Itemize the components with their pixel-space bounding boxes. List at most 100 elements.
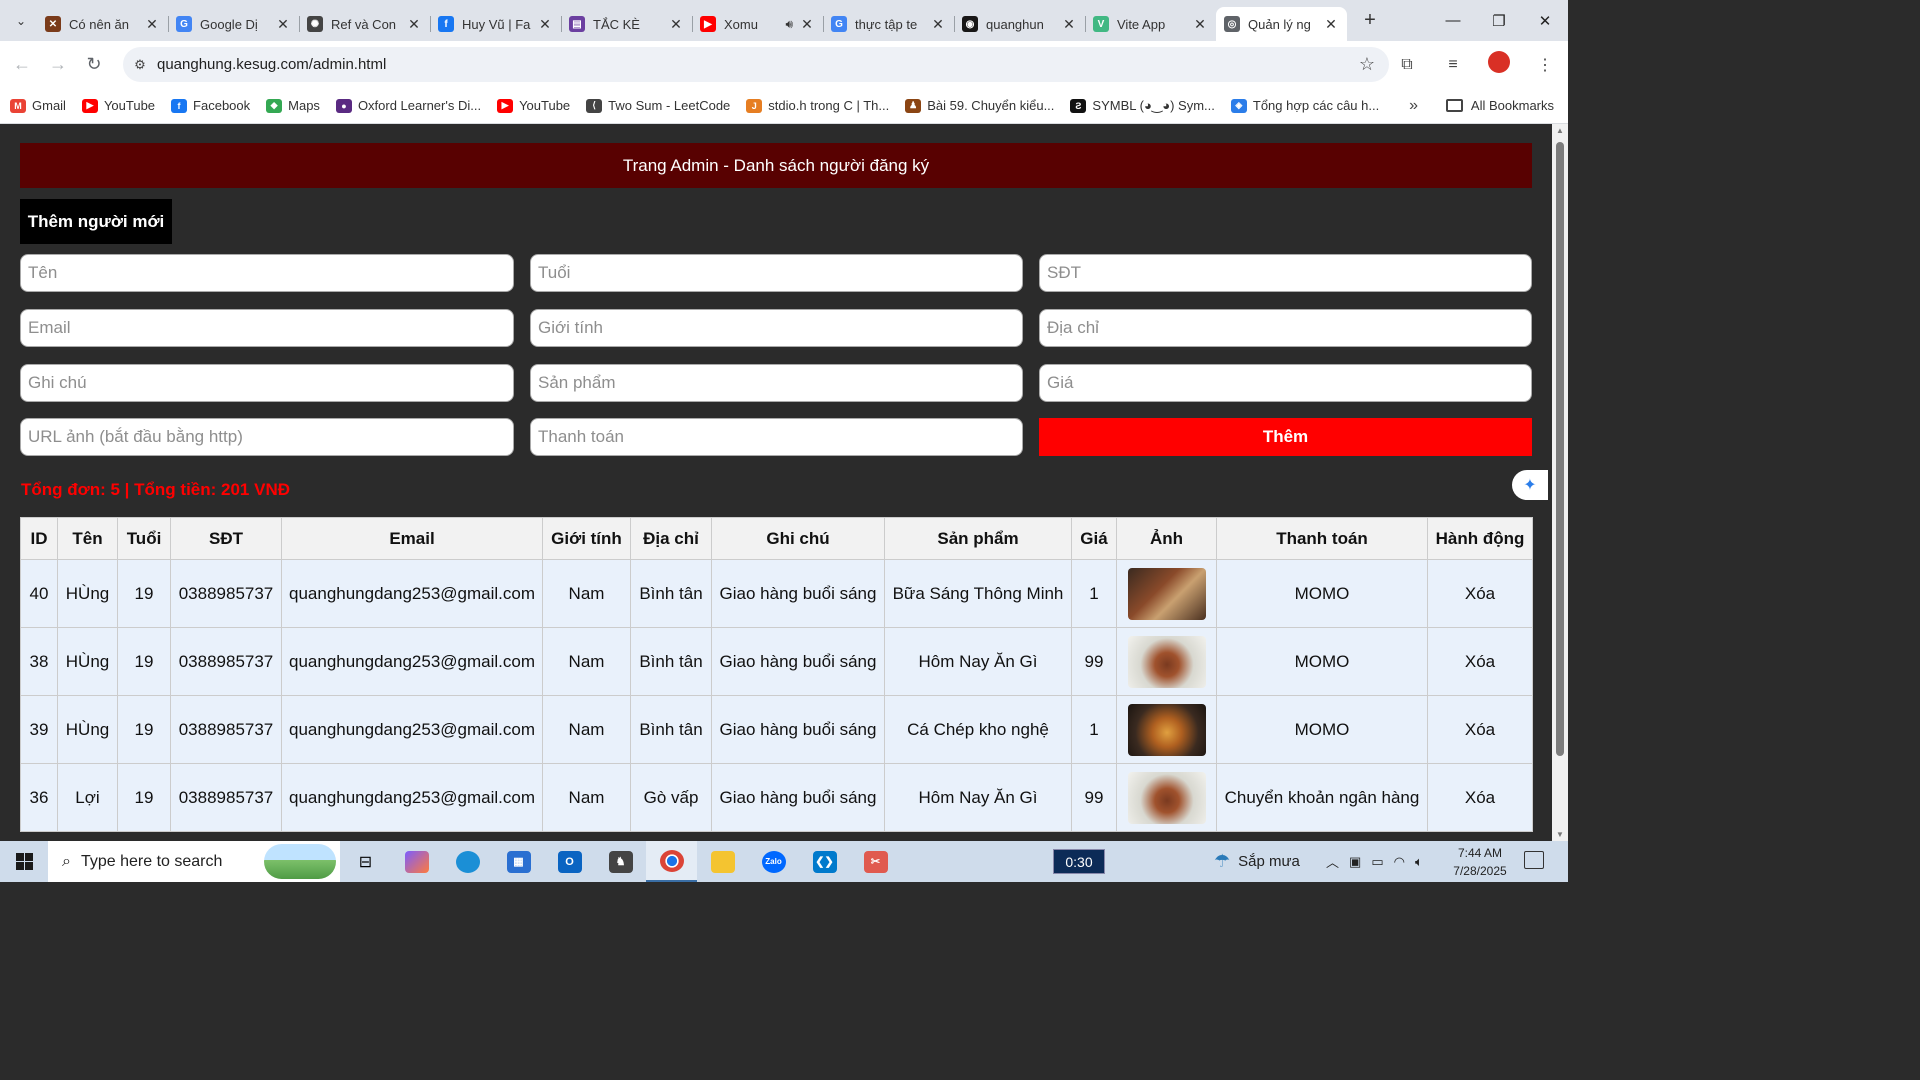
zalo-icon[interactable]: Zalo [748,841,799,882]
bookmark-item[interactable]: ⟨ Two Sum - LeetCode [586,98,730,113]
vscode-icon[interactable]: ❮❯ [799,841,850,882]
cell-gender: Nam [542,695,631,764]
system-clock[interactable]: 7:44 AM 7/28/2025 [1450,844,1510,880]
page-scrollbar[interactable]: ▲ ▼ [1552,124,1568,841]
site-settings-icon[interactable]: ⚙ [123,57,157,73]
tab-close-icon[interactable]: ✕ [930,16,946,33]
browser-tab[interactable]: ✺ Ref và Con ✕ [299,7,430,41]
payment-input[interactable] [530,418,1023,456]
browser-tab[interactable]: V Vite App ✕ [1085,7,1216,41]
browser-tab[interactable]: ◉ quanghun ✕ [954,7,1085,41]
tab-close-icon[interactable]: ✕ [406,16,422,33]
browser-tab[interactable]: ◎ Quản lý ng ✕ [1216,7,1347,41]
delete-button[interactable]: Xóa [1427,763,1533,832]
snipping-tool-icon[interactable]: ✂ [850,841,901,882]
scroll-up-icon[interactable]: ▲ [1552,126,1568,135]
file-explorer-icon[interactable] [697,841,748,882]
tab-search-button[interactable]: ⌄ [5,7,37,35]
scroll-down-icon[interactable]: ▼ [1552,830,1568,839]
weather-widget[interactable]: ☂ Sắp mưa [1214,841,1300,882]
delete-button[interactable]: Xóa [1427,627,1533,696]
profile-avatar[interactable] [1476,51,1522,78]
bookmark-item[interactable]: ◈ Tổng hợp các câu h... [1230,98,1380,113]
start-button[interactable] [0,841,48,882]
tab-close-icon[interactable]: ✕ [1192,16,1208,33]
timer-widget[interactable]: 0:30 [1053,849,1105,874]
phone-input[interactable] [1039,254,1532,292]
store-icon[interactable]: ▦ [493,841,544,882]
taskbar-search[interactable]: ⌕ Type here to search [48,841,340,882]
camera-icon[interactable]: ▣ [1349,854,1361,870]
bookmark-item[interactable]: ▶ YouTube [497,98,570,113]
tab-close-icon[interactable]: ✕ [668,16,684,33]
browser-tab[interactable]: ✕ Có nên ăn ✕ [37,7,168,41]
tab-close-icon[interactable]: ✕ [537,16,553,33]
browser-tab[interactable]: Gthực tập te ✕ [823,7,954,41]
assistant-sparkle-icon[interactable]: ✦ [1512,470,1548,500]
tab-title: Xomu [724,16,758,32]
bookmark-item[interactable]: Ƨ SYMBL (◕‿◕) Sym... [1070,98,1215,114]
tab-close-icon[interactable]: ✕ [144,16,160,33]
delete-button[interactable]: Xóa [1427,559,1533,628]
image-url-input[interactable] [20,418,514,456]
new-tab-button[interactable]: + [1355,9,1385,32]
outlook-icon[interactable]: O [544,841,595,882]
age-input[interactable] [530,254,1023,292]
audio-playing-icon[interactable]: 🔊︎ [785,17,793,32]
tab-close-icon[interactable]: ✕ [275,16,291,33]
scrollbar-thumb[interactable] [1556,142,1564,756]
bookmark-item[interactable]: Jstdio.h trong C | Th... [746,98,889,113]
wifi-icon[interactable]: ◠ [1394,854,1405,870]
tab-close-icon[interactable]: ✕ [1323,16,1339,33]
product-input[interactable] [530,364,1023,402]
bookmark-item[interactable]: ● Oxford Learner's Di... [335,98,481,113]
extensions-icon[interactable]: ⧉ [1384,56,1430,74]
delete-button[interactable]: Xóa [1427,695,1533,764]
price-input[interactable] [1039,364,1532,402]
gender-input[interactable] [530,309,1023,347]
tray-chevron-icon[interactable]: ︿ [1326,852,1339,871]
tab-close-icon[interactable]: ✕ [1061,16,1077,33]
tab-favicon-icon: G [176,16,192,32]
address-input[interactable] [1039,309,1532,347]
app-puzzle-icon[interactable]: ♞ [595,841,646,882]
bookmark-item[interactable]: M Gmail [10,98,66,113]
edge-icon[interactable] [442,841,493,882]
close-window-icon[interactable]: ✕ [1522,0,1568,41]
reload-icon[interactable]: ↻ [76,54,112,75]
browser-tab[interactable]: ▤ TẮC KÈ ✕ [561,7,692,41]
name-input[interactable] [20,254,514,292]
bookmark-item[interactable]: ♟ Bài 59. Chuyển kiểu... [905,98,1054,113]
media-controls-icon[interactable]: ≡ [1430,56,1476,74]
bookmarks-overflow-icon[interactable]: » [1409,97,1418,115]
browser-tab[interactable]: G Google Dị ✕ [168,7,299,41]
browser-tab[interactable]: ▶ Xomu 🔊︎ ✕ [692,7,823,41]
copilot-icon[interactable] [391,841,442,882]
tab-favicon-icon: ▶ [700,16,716,32]
bookmark-label: Tổng hợp các câu h... [1252,98,1380,113]
bookmark-item[interactable]: ◆ Maps [266,98,320,113]
menu-kebab-icon[interactable]: ⋮ [1522,55,1568,75]
minimize-icon[interactable]: — [1430,0,1476,41]
bookmark-star-icon[interactable]: ☆ [1359,54,1375,75]
note-input[interactable] [20,364,514,402]
tab-close-icon[interactable]: ✕ [799,16,815,33]
restore-icon[interactable]: ❐ [1476,0,1522,41]
notification-icon[interactable] [1524,851,1544,869]
add-person-heading: Thêm người mới [20,199,172,244]
chrome-icon[interactable] [646,841,697,882]
cell-image [1116,695,1217,764]
volume-icon[interactable]: 🔈︎ [1415,854,1423,870]
bookmark-item[interactable]: f Facebook [171,98,250,113]
address-bar[interactable]: ⚙ quanghung.kesug.com/admin.html ☆ [123,47,1389,82]
task-view-icon[interactable]: ⊟ [340,841,391,882]
add-button[interactable]: Thêm [1039,418,1532,456]
bookmark-item[interactable]: ▶ YouTube [81,98,155,113]
battery-icon[interactable]: ▭ [1371,854,1383,870]
browser-tab[interactable]: f Huy Vũ | Fa ✕ [430,7,561,41]
back-icon[interactable]: ← [4,54,40,75]
cell-gender: Nam [542,763,631,832]
forward-icon[interactable]: → [40,54,76,75]
email-input[interactable] [20,309,514,347]
all-bookmarks-button[interactable]: All Bookmarks [1445,98,1554,113]
